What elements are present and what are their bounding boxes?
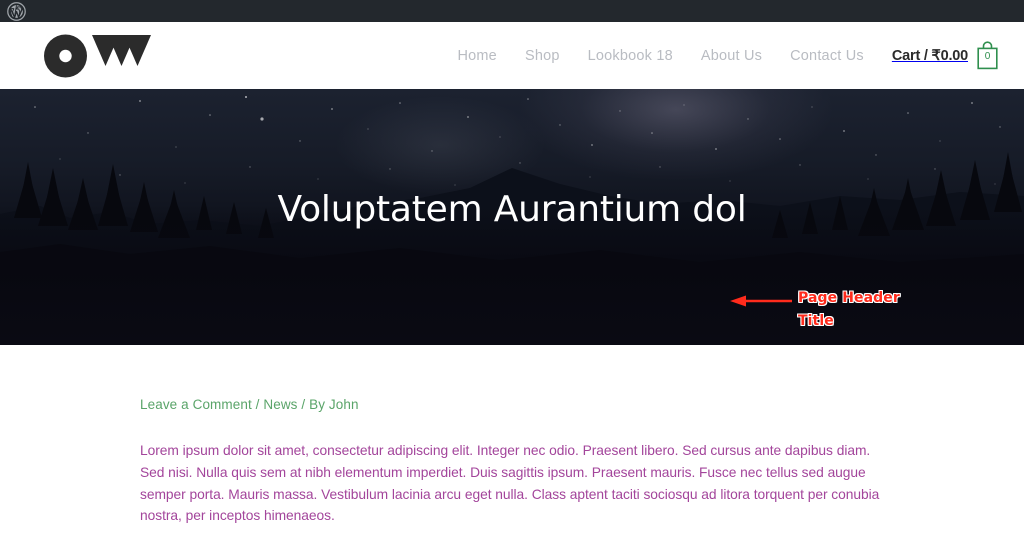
wordpress-admin-bar bbox=[0, 0, 1024, 22]
meta-separator-2: / bbox=[297, 397, 310, 412]
page-root: Home Shop Lookbook 18 About Us Contact U… bbox=[0, 0, 1024, 541]
cart-count: 0 bbox=[984, 51, 991, 62]
nav-item-home[interactable]: Home bbox=[443, 48, 510, 64]
site-logo[interactable] bbox=[44, 22, 156, 89]
nav-item-lookbook-18[interactable]: Lookbook 18 bbox=[574, 48, 687, 64]
meta-separator-1: / bbox=[251, 397, 264, 412]
nav-item-about-us[interactable]: About Us bbox=[687, 48, 776, 64]
wordpress-icon[interactable] bbox=[6, 1, 26, 21]
page-header-title: Voluptatem Aurantium dol bbox=[0, 189, 1024, 230]
post-meta: Leave a Comment / News / By John bbox=[140, 397, 884, 412]
page-header-title-text: Voluptatem Aurantium dol bbox=[277, 189, 747, 230]
site-header: Home Shop Lookbook 18 About Us Contact U… bbox=[0, 22, 1024, 89]
leave-a-comment-link[interactable]: Leave a Comment bbox=[140, 397, 252, 412]
cart-amount-label: Cart / ₹0.00 bbox=[891, 47, 968, 64]
post-category-link[interactable]: News bbox=[263, 397, 297, 412]
post-author: By John bbox=[309, 397, 359, 412]
nav-item-shop[interactable]: Shop bbox=[511, 48, 574, 64]
nav-item-contact-us[interactable]: Contact Us bbox=[776, 48, 878, 64]
main-navigation: Home Shop Lookbook 18 About Us Contact U… bbox=[443, 41, 1000, 70]
post-content: Leave a Comment / News / By John Lorem i… bbox=[0, 345, 1024, 528]
shopping-bag-icon: 0 bbox=[975, 41, 1000, 70]
cart-link[interactable]: Cart / ₹0.00 0 bbox=[878, 41, 1000, 70]
post-body-paragraph: Lorem ipsum dolor sit amet, consectetur … bbox=[140, 443, 880, 524]
page-hero: Voluptatem Aurantium dol Page Header Tit… bbox=[0, 89, 1024, 345]
